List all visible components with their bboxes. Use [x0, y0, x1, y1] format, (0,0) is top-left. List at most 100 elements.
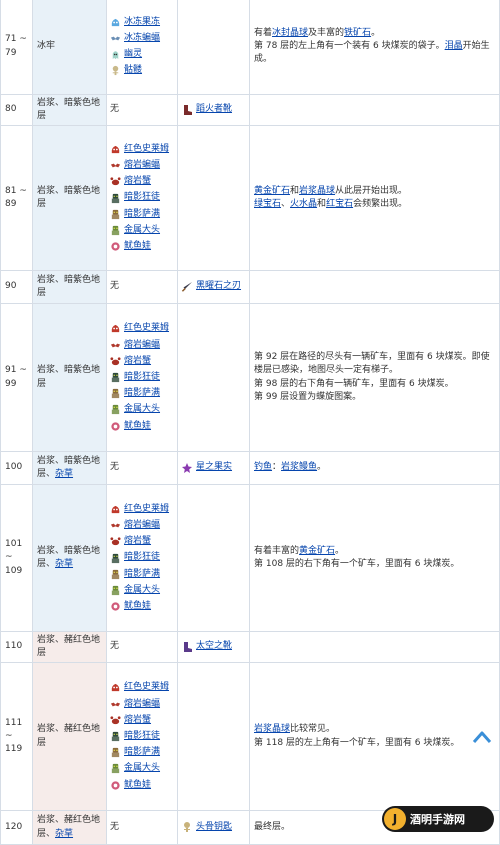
item-entry[interactable]: 黑曜石之刃 [181, 280, 245, 293]
enemy-name-link[interactable]: 熔岩蝙蝠 [124, 519, 160, 532]
enemy-name-link[interactable]: 红色史莱姆 [124, 681, 169, 694]
note-line: 有着丰富的黄金矿石。 [254, 545, 495, 558]
note-link[interactable]: 岩浆晶球 [254, 724, 290, 734]
note-link[interactable]: 火水晶 [290, 199, 317, 209]
enemy-entry[interactable]: 鱿鱼娃 [110, 418, 173, 434]
enemy-name-link[interactable]: 鱿鱼娃 [124, 779, 151, 792]
enemy-name-link[interactable]: 冰冻果冻 [124, 16, 160, 29]
enemy-name-link[interactable]: 鱿鱼娃 [124, 420, 151, 433]
item-cell [177, 125, 250, 271]
enemy-name-link[interactable]: 熔岩蝙蝠 [124, 339, 160, 352]
enemy-entry[interactable]: 金属大头 [110, 761, 173, 777]
item-name-link[interactable]: 头骨钥匙 [196, 821, 232, 834]
enemy-name-link[interactable]: 红色史莱姆 [124, 503, 169, 516]
enemy-entry[interactable]: 熔岩蝙蝠 [110, 158, 173, 174]
layer-link[interactable]: 杂草 [55, 559, 73, 569]
enemy-entry[interactable]: 熔岩蟹 [110, 712, 173, 728]
item-name-link[interactable]: 星之果实 [196, 461, 232, 474]
enemy-entry[interactable]: 鱿鱼娃 [110, 777, 173, 793]
enemy-name-link[interactable]: 金属大头 [124, 403, 160, 416]
item-cell: 头骨钥匙 [177, 810, 250, 845]
enemy-entry[interactable]: 暗影萨满 [110, 566, 173, 582]
note-line: 第 98 层的右下角有一辆矿车，里面有 6 块煤炭。 [254, 378, 495, 391]
layer-text: 岩浆、暗紫色地层 [37, 274, 101, 298]
enemy-name-link[interactable]: 鱿鱼娃 [124, 600, 151, 613]
enemy-entry[interactable]: 暗影狂徒 [110, 190, 173, 206]
enemy-entry[interactable]: 暗影狂徒 [110, 728, 173, 744]
item-entry[interactable]: 太空之靴 [181, 640, 245, 653]
enemy-name-link[interactable]: 红色史莱姆 [124, 143, 169, 156]
enemy-name-link[interactable]: 暗影萨满 [124, 746, 160, 759]
enemy-name-link[interactable]: 熔岩蟹 [124, 175, 151, 188]
enemy-entry[interactable]: 暗影萨满 [110, 206, 173, 222]
note-link[interactable]: 铁矿石 [344, 28, 371, 38]
enemy-entry[interactable]: 金属大头 [110, 222, 173, 238]
enemy-entry[interactable]: 红色史莱姆 [110, 141, 173, 157]
enemy-entry[interactable]: 红色史莱姆 [110, 680, 173, 696]
enemy-name-link[interactable]: 暗影狂徒 [124, 551, 160, 564]
enemy-entry[interactable]: 暗影萨满 [110, 386, 173, 402]
note-link[interactable]: 岩浆晶球 [299, 186, 335, 196]
note-link[interactable]: 红宝石 [326, 199, 353, 209]
note-link[interactable]: 绿宝石 [254, 199, 281, 209]
floor-number: 90 [5, 281, 17, 292]
enemy-entry[interactable]: 幽灵 [110, 47, 173, 63]
note-link[interactable]: 岩浆鳗鱼 [281, 462, 317, 472]
enemy-entry[interactable]: 熔岩蝙蝠 [110, 518, 173, 534]
enemy-name-link[interactable]: 骷髅 [124, 64, 142, 77]
enemy-entry[interactable]: 红色史莱姆 [110, 501, 173, 517]
enemy-name-link[interactable]: 暗影狂徒 [124, 730, 160, 743]
scroll-top-icon[interactable] [472, 730, 492, 744]
enemy-name-link[interactable]: 鱿鱼娃 [124, 240, 151, 253]
enemy-entry[interactable]: 金属大头 [110, 582, 173, 598]
item-cell: 蹈火者靴 [177, 94, 250, 126]
item-entry[interactable]: 蹈火者靴 [181, 103, 245, 116]
enemy-name-link[interactable]: 暗影狂徒 [124, 191, 160, 204]
enemy-name-link[interactable]: 幽灵 [124, 48, 142, 61]
enemy-name-link[interactable]: 熔岩蝙蝠 [124, 159, 160, 172]
enemy-name-link[interactable]: 暗影萨满 [124, 387, 160, 400]
enemy-entry[interactable]: 暗影狂徒 [110, 550, 173, 566]
note-link[interactable]: 钓鱼 [254, 462, 272, 472]
item-name-link[interactable]: 蹈火者靴 [196, 103, 232, 116]
enemy-entry[interactable]: 冰冻果冻 [110, 14, 173, 30]
enemy-entry[interactable]: 鱿鱼娃 [110, 598, 173, 614]
enemy-name-link[interactable]: 金属大头 [124, 224, 160, 237]
item-name-link[interactable]: 黑曜石之刃 [196, 280, 241, 293]
note-link[interactable]: 黄金矿石 [299, 546, 335, 556]
enemy-entry[interactable]: 熔岩蟹 [110, 353, 173, 369]
enemy-entry[interactable]: 熔岩蝙蝠 [110, 337, 173, 353]
enemy-name-link[interactable]: 金属大头 [124, 762, 160, 775]
enemy-entry[interactable]: 冰冻蝙蝠 [110, 30, 173, 46]
none-text: 无 [110, 641, 120, 652]
note-link[interactable]: 泪晶 [445, 41, 463, 51]
enemy-entry[interactable]: 熔岩蟹 [110, 174, 173, 190]
item-name-link[interactable]: 太空之靴 [196, 640, 232, 653]
enemy-name-link[interactable]: 暗影萨满 [124, 568, 160, 581]
layer-link[interactable]: 杂草 [55, 469, 73, 479]
note-link[interactable]: 冰封晶球 [272, 28, 308, 38]
skull-key-icon [181, 821, 193, 833]
enemy-name-link[interactable]: 红色史莱姆 [124, 322, 169, 335]
enemy-name-link[interactable]: 熔岩蝙蝠 [124, 698, 160, 711]
enemy-entry[interactable]: 暗影萨满 [110, 745, 173, 761]
item-entry[interactable]: 头骨钥匙 [181, 821, 245, 834]
enemy-name-link[interactable]: 冰冻蝙蝠 [124, 32, 160, 45]
enemy-entry[interactable]: 熔岩蟹 [110, 534, 173, 550]
enemy-name-link[interactable]: 熔岩蟹 [124, 535, 151, 548]
enemy-name-link[interactable]: 暗影狂徒 [124, 371, 160, 384]
enemy-entry[interactable]: 红色史莱姆 [110, 321, 173, 337]
enemy-entry[interactable]: 暗影狂徒 [110, 369, 173, 385]
notes-cell: 有着丰富的黄金矿石。第 108 层的右下角有一个矿车，里面有 6 块煤炭。 [249, 484, 500, 632]
note-link[interactable]: 黄金矿石 [254, 186, 290, 196]
enemy-name-link[interactable]: 金属大头 [124, 584, 160, 597]
enemy-name-link[interactable]: 熔岩蟹 [124, 714, 151, 727]
layer-link[interactable]: 杂草 [55, 829, 73, 839]
enemy-entry[interactable]: 金属大头 [110, 402, 173, 418]
enemy-name-link[interactable]: 暗影萨满 [124, 208, 160, 221]
enemy-name-link[interactable]: 熔岩蟹 [124, 355, 151, 368]
enemy-entry[interactable]: 骷髅 [110, 63, 173, 79]
item-entry[interactable]: 星之果实 [181, 461, 245, 474]
enemy-entry[interactable]: 熔岩蝙蝠 [110, 696, 173, 712]
enemy-entry[interactable]: 鱿鱼娃 [110, 238, 173, 254]
